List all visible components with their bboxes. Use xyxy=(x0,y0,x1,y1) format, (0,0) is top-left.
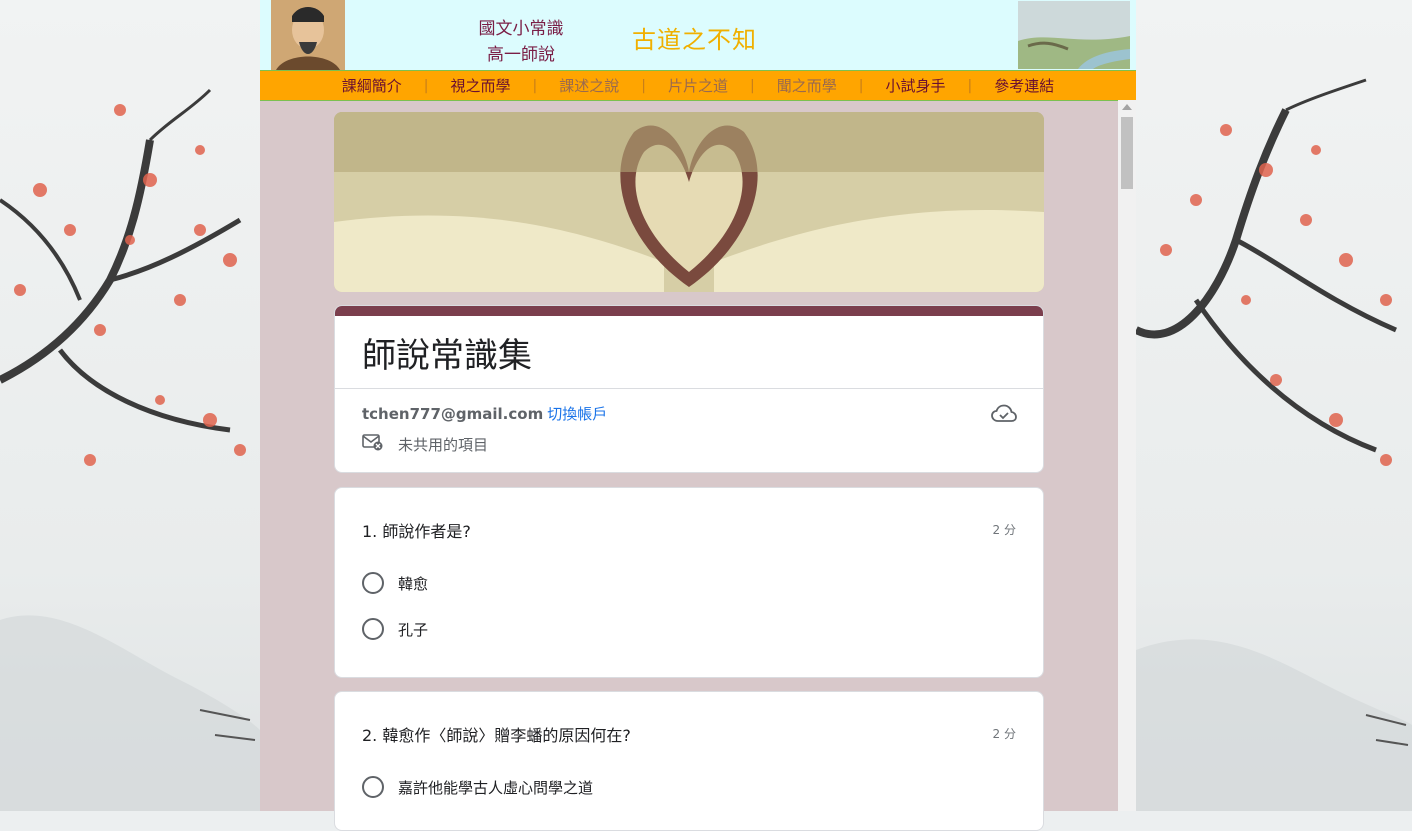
question-card-2: 2. 韓愈作〈師說〉贈李蟠的原因何在? 2 分 嘉許他能學古人虛心問學之道 xyxy=(334,691,1044,831)
option-radio[interactable]: 孔子 xyxy=(362,618,428,640)
radio-button[interactable] xyxy=(362,776,384,798)
option-label[interactable]: 孔子 xyxy=(398,619,428,640)
form-title: 師說常識集 xyxy=(362,336,532,376)
top-navigation: 課綱簡介 | 視之而學 | 課述之說 | 片片之道 | 聞之而學 | 小試身手 … xyxy=(260,70,1136,101)
switch-account-link[interactable]: 切換帳戶 xyxy=(547,405,607,423)
option-label[interactable]: 韓愈 xyxy=(398,573,428,594)
radio-button[interactable] xyxy=(362,618,384,640)
mail-unshared-icon xyxy=(362,433,384,455)
nav-item-quiz[interactable]: 小試身手 xyxy=(863,75,967,96)
divider xyxy=(335,388,1043,389)
question-text: 2. 韓愈作〈師說〉贈李蟠的原因何在? xyxy=(362,726,631,745)
nav-item-reference-links[interactable]: 參考連結 xyxy=(972,75,1076,96)
scroll-thumb[interactable] xyxy=(1121,117,1133,189)
nav-item-listen-learning[interactable]: 聞之而學 xyxy=(755,75,859,96)
main-column: 國文小常識 高一師說 古道之不知 課綱簡介 | 視之而學 | 課述之說 | 片片… xyxy=(260,0,1136,831)
cloud-saved-icon[interactable] xyxy=(991,404,1017,428)
site-subtitle: 國文小常識 高一師說 xyxy=(450,16,592,68)
account-email: tchen777@gmail.com xyxy=(362,405,544,423)
option-radio[interactable]: 韓愈 xyxy=(362,572,428,594)
site-subtitle-line1: 國文小常識 xyxy=(478,19,564,39)
nav-item-video-learning[interactable]: 視之而學 xyxy=(429,75,533,96)
form-scrollbar[interactable] xyxy=(1118,100,1136,811)
site-title: 古道之不知 xyxy=(632,26,757,54)
not-shared-text: 未共用的項目 xyxy=(398,435,489,454)
option-radio[interactable]: 嘉許他能學古人虛心問學之道 xyxy=(362,776,593,798)
scroll-up-arrow-icon[interactable] xyxy=(1122,104,1132,110)
right-decoration-plum-blossom xyxy=(1136,0,1412,811)
question-points: 2 分 xyxy=(992,523,1016,537)
question-text: 1. 師說作者是? xyxy=(362,522,471,541)
site-header: 國文小常識 高一師說 古道之不知 xyxy=(260,0,1136,70)
form-accent-bar xyxy=(335,306,1043,316)
not-shared-notice: 未共用的項目 xyxy=(362,433,488,455)
question-points: 2 分 xyxy=(992,727,1016,741)
landscape-painting-image xyxy=(1018,1,1130,69)
han-yu-portrait-image xyxy=(271,0,345,70)
account-info: tchen777@gmail.com 切換帳戶 xyxy=(362,403,607,424)
form-title-card: 師說常識集 tchen777@gmail.com 切換帳戶 未共用的項目 xyxy=(334,305,1044,473)
nav-item-pieces[interactable]: 片片之道 xyxy=(646,75,750,96)
left-decoration-plum-blossom xyxy=(0,0,260,811)
form-header-book-image xyxy=(334,112,1044,292)
nav-item-curriculum[interactable]: 課綱簡介 xyxy=(320,75,424,96)
site-subtitle-line2: 高一師說 xyxy=(487,45,555,65)
question-card-1: 1. 師說作者是? 2 分 韓愈 孔子 xyxy=(334,487,1044,678)
option-label[interactable]: 嘉許他能學古人虛心問學之道 xyxy=(398,777,593,798)
radio-button[interactable] xyxy=(362,572,384,594)
nav-item-lesson-explanation[interactable]: 課述之說 xyxy=(537,75,641,96)
